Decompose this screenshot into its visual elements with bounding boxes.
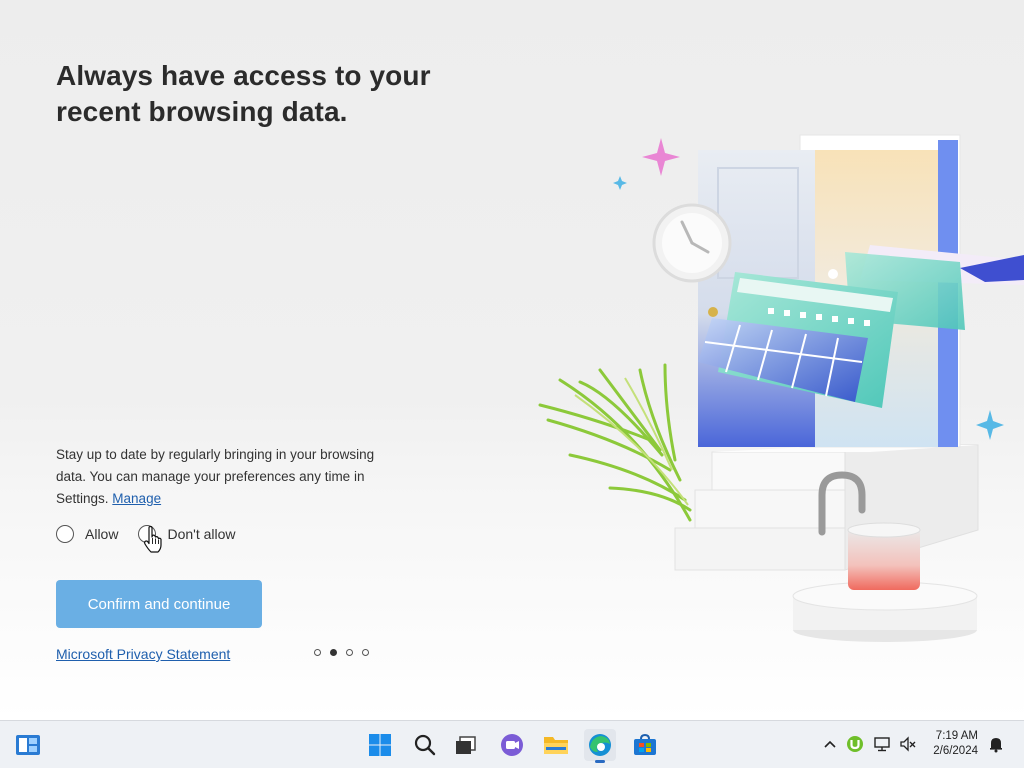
confirm-button[interactable]: Confirm and continue bbox=[56, 580, 262, 628]
system-clock[interactable]: 7:19 AM 2/6/2024 bbox=[933, 729, 978, 759]
onboarding-page: Always have access to your recent browsi… bbox=[0, 0, 1024, 720]
volume-muted-icon[interactable] bbox=[898, 733, 918, 755]
hand-cursor-icon bbox=[144, 526, 162, 553]
taskbar: 7:19 AM 2/6/2024 bbox=[0, 720, 1024, 768]
utorrent-icon[interactable] bbox=[845, 733, 865, 755]
manage-link[interactable]: Manage bbox=[112, 491, 161, 506]
allow-radio-label[interactable]: Allow bbox=[85, 526, 118, 542]
clock-date: 2/6/2024 bbox=[933, 745, 978, 757]
privacy-statement-link[interactable]: Microsoft Privacy Statement bbox=[56, 646, 230, 662]
pagination-dot[interactable] bbox=[346, 649, 353, 656]
page-title: Always have access to your recent browsi… bbox=[56, 60, 431, 127]
allow-radio-circle[interactable] bbox=[56, 525, 74, 543]
file-explorer-icon[interactable] bbox=[540, 729, 572, 761]
start-icon[interactable] bbox=[364, 729, 396, 761]
pagination-dot[interactable] bbox=[314, 649, 321, 656]
clock-time: 7:19 AM bbox=[935, 730, 978, 742]
chat-icon[interactable] bbox=[496, 729, 528, 761]
pagination-dot[interactable] bbox=[362, 649, 369, 656]
network-icon[interactable] bbox=[872, 733, 892, 755]
description: Stay up to date by regularly bringing in… bbox=[56, 444, 406, 510]
notification-icon[interactable] bbox=[986, 733, 1006, 755]
edge-icon[interactable] bbox=[584, 729, 616, 763]
store-icon[interactable] bbox=[629, 729, 661, 761]
allow-radio[interactable]: Allow bbox=[56, 525, 118, 543]
pagination-dots bbox=[314, 649, 378, 656]
dont-allow-radio-label[interactable]: Don't allow bbox=[167, 526, 235, 542]
task-view-icon[interactable] bbox=[450, 729, 482, 761]
browsing-data-illustration bbox=[538, 134, 1024, 642]
description-text: Stay up to date by regularly bringing in… bbox=[56, 447, 375, 506]
chevron-up-icon[interactable] bbox=[820, 733, 840, 755]
pagination-dot-active[interactable] bbox=[330, 649, 337, 656]
widgets-icon[interactable] bbox=[12, 729, 44, 761]
search-icon[interactable] bbox=[409, 729, 441, 761]
